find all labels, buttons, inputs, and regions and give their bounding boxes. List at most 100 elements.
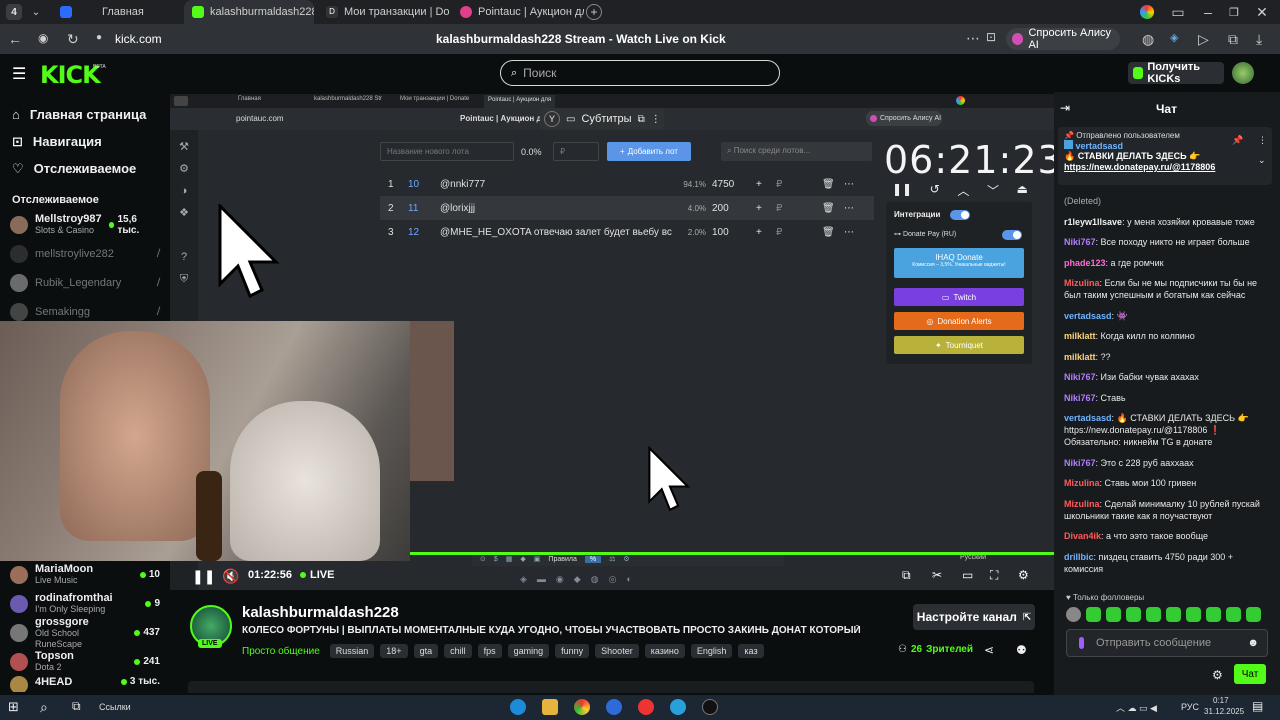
tag[interactable]: funny bbox=[555, 644, 590, 658]
chat-message[interactable]: phade123: а где ромчик bbox=[1054, 257, 1276, 269]
donation-alerts-button[interactable]: ◎ Donation Alerts bbox=[894, 312, 1024, 330]
clip-icon[interactable]: ✂ bbox=[932, 568, 942, 582]
globe-icon[interactable]: ◍ bbox=[1142, 31, 1154, 48]
menu-icon[interactable]: ☰ bbox=[12, 64, 26, 84]
chat-username[interactable]: Divan4ik bbox=[1064, 531, 1101, 541]
channel-item[interactable]: rodinafromthai I'm Only Sleeping 9 bbox=[0, 589, 170, 618]
chat-message[interactable]: Mizulina: Ставь мои 100 гривен bbox=[1054, 477, 1276, 489]
back-icon[interactable]: ← bbox=[8, 31, 22, 47]
pinned-message[interactable]: 📌 Отправлено пользователем vertadsasd 🔥 … bbox=[1058, 127, 1272, 185]
sidebar-item-browse[interactable]: ⊡ Навигация bbox=[0, 128, 170, 155]
kick-logo[interactable]: KICK bbox=[40, 61, 101, 89]
url-text[interactable]: kick.com bbox=[115, 32, 162, 46]
chat-username[interactable]: vertadsasd bbox=[1064, 311, 1112, 321]
tab-count-button[interactable]: 4 bbox=[6, 4, 22, 20]
plus-icon[interactable]: + bbox=[756, 203, 776, 214]
close-icon[interactable]: ✕ bbox=[1254, 4, 1270, 20]
bookmark-add-icon[interactable]: ⊡ bbox=[986, 30, 996, 44]
reload-icon[interactable]: ↻ bbox=[67, 31, 79, 48]
chat-username[interactable]: Mizulina bbox=[1064, 278, 1100, 288]
maximize-icon[interactable]: ❐ bbox=[1226, 4, 1242, 20]
channel-item[interactable]: 4HEAD 3 тыс. bbox=[0, 676, 170, 692]
channel-item[interactable]: Rubik_Legendary ⧸ bbox=[0, 268, 170, 297]
chat-message[interactable]: vertadsasd: 🔥 СТАВКИ ДЕЛАТЬ ЗДЕСЬ 👉 http… bbox=[1054, 412, 1276, 448]
plus-icon[interactable]: + bbox=[756, 227, 776, 238]
collections-icon[interactable]: ⧉ bbox=[1228, 31, 1238, 48]
pinned-link[interactable]: https://new.donatepay.ru/@1178806 bbox=[1064, 162, 1266, 172]
lot-row[interactable]: 1 10 @nnki777 94.1% 4750 + ₽ 🗑 ⋯ bbox=[380, 172, 874, 196]
get-kicks-button[interactable]: Получить KICKs bbox=[1128, 61, 1224, 85]
new-tab-icon[interactable]: + bbox=[586, 4, 602, 20]
minimize-icon[interactable]: – bbox=[1200, 4, 1216, 20]
clock-time[interactable]: 0:17 bbox=[1213, 696, 1229, 705]
tag[interactable]: English bbox=[690, 644, 733, 658]
chat-username[interactable]: Mizulina bbox=[1064, 478, 1100, 488]
settings-icon[interactable]: ⚙ bbox=[1212, 668, 1223, 682]
chat-message[interactable]: Niki767: Это с 228 руб ааххаах bbox=[1054, 457, 1276, 469]
add-lot-button[interactable]: + Добавить лот bbox=[607, 142, 691, 161]
tag[interactable]: Russian bbox=[329, 644, 375, 658]
more-vertical-icon[interactable]: ⋮ bbox=[1258, 135, 1267, 146]
chat-username[interactable]: milklatt bbox=[1064, 331, 1096, 341]
tag[interactable]: каз bbox=[738, 644, 764, 658]
chat-username[interactable]: Niki767 bbox=[1064, 458, 1096, 468]
chat-username[interactable]: r1leyw1llsave bbox=[1064, 217, 1122, 227]
trash-icon[interactable]: 🗑 bbox=[822, 227, 844, 238]
browser-tab-home[interactable]: Главная bbox=[52, 0, 182, 24]
links-label[interactable]: Ссылки bbox=[99, 702, 131, 712]
more-icon[interactable]: ⋯ bbox=[844, 203, 854, 214]
amount-input[interactable]: ₽ bbox=[553, 142, 599, 161]
progress-bar[interactable] bbox=[410, 552, 1054, 555]
chat-username[interactable]: milklatt bbox=[1064, 352, 1096, 362]
more-icon[interactable]: ⋯ bbox=[966, 30, 980, 47]
user-settings-icon[interactable]: ⚉ bbox=[1016, 643, 1027, 657]
search-lots-input[interactable]: ⌕ Поиск среди лотов... bbox=[721, 142, 872, 161]
ask-alice-button[interactable]: Спросить Алису AI bbox=[1006, 27, 1120, 51]
integrations-toggle[interactable] bbox=[950, 210, 970, 220]
clock-date[interactable]: 31.12.2025 bbox=[1204, 707, 1244, 716]
chat-input[interactable]: Отправить сообщение ☻ bbox=[1066, 629, 1268, 657]
pip-icon[interactable]: ⧉ bbox=[902, 568, 911, 583]
configure-channel-button[interactable]: Настройте канал ⇱ bbox=[913, 604, 1035, 630]
chat-message[interactable]: r1leyw1llsave: у меня хозяйки кровавые т… bbox=[1054, 216, 1276, 228]
windows-start-icon[interactable]: ⊞ bbox=[8, 699, 19, 715]
play-icon[interactable]: ▷ bbox=[1198, 31, 1209, 48]
chat-message[interactable]: milklatt: Когда килл по колпино bbox=[1054, 330, 1276, 342]
chat-username[interactable]: Niki767 bbox=[1064, 372, 1096, 382]
channel-name[interactable]: kalashburmaldash228 bbox=[242, 604, 399, 621]
lot-row[interactable]: 3 12 @MHE_HE_OXOTA отвечаю залет будет в… bbox=[380, 220, 874, 244]
new-lot-input[interactable]: Название нового лота bbox=[380, 142, 514, 161]
donatepay-toggle[interactable] bbox=[1002, 230, 1022, 240]
trash-icon[interactable]: 🗑 bbox=[822, 203, 844, 214]
chat-message[interactable]: (Deleted) bbox=[1054, 195, 1276, 207]
settings-icon[interactable]: ⚙ bbox=[1018, 568, 1029, 582]
chat-username[interactable]: phade123 bbox=[1064, 258, 1106, 268]
browser-tab-kick[interactable]: kalashburmaldash228 S bbox=[184, 0, 314, 24]
trash-icon[interactable]: 🗑 bbox=[822, 179, 844, 190]
tag[interactable]: gta bbox=[413, 644, 439, 658]
plus-icon[interactable]: + bbox=[756, 179, 776, 190]
search-bar[interactable]: ⌕ Поиск bbox=[500, 60, 780, 86]
ihaq-donate-button[interactable]: IHAQ Donate Комиссия – 3,5%. Уникальные в… bbox=[894, 248, 1024, 278]
browser-tab-donate[interactable]: D Мои транзакции | Donate bbox=[318, 0, 450, 24]
sidebar-item-home[interactable]: ⌂ Главная страница bbox=[0, 101, 170, 128]
bookmark-icon[interactable]: ▭ bbox=[1170, 4, 1186, 20]
tag[interactable]: Shooter bbox=[595, 644, 639, 658]
chevron-down-icon[interactable]: ⌄ bbox=[1258, 155, 1266, 166]
tray-icons[interactable]: ︿ ☁ ▭ ◀ bbox=[1116, 701, 1157, 714]
pause-icon[interactable]: ❚❚ bbox=[192, 568, 215, 585]
twitch-button[interactable]: ▭ Twitch bbox=[894, 288, 1024, 306]
chat-message[interactable]: Mizulina: Сделай минималку 10 рублей пус… bbox=[1054, 498, 1276, 522]
chevron-down-icon[interactable]: ⌄ bbox=[28, 4, 44, 20]
channel-item[interactable]: Topson Dota 2 241 bbox=[0, 647, 170, 676]
language-indicator[interactable]: РУС bbox=[1181, 702, 1199, 712]
chat-message[interactable]: Niki767: Изи бабки чувак ахахах bbox=[1054, 371, 1276, 383]
category-link[interactable]: Просто общение bbox=[242, 646, 320, 657]
chat-username[interactable]: drillbic bbox=[1064, 552, 1094, 562]
more-icon[interactable]: ⋯ bbox=[844, 227, 854, 238]
chat-username[interactable]: Niki767 bbox=[1064, 393, 1096, 403]
chat-message[interactable]: milklatt: ?? bbox=[1054, 351, 1276, 363]
unpin-icon[interactable]: 📌 bbox=[1232, 135, 1243, 146]
tag[interactable]: fps bbox=[477, 644, 502, 658]
tourniquet-button[interactable]: ✦ Tourniquet bbox=[894, 336, 1024, 354]
